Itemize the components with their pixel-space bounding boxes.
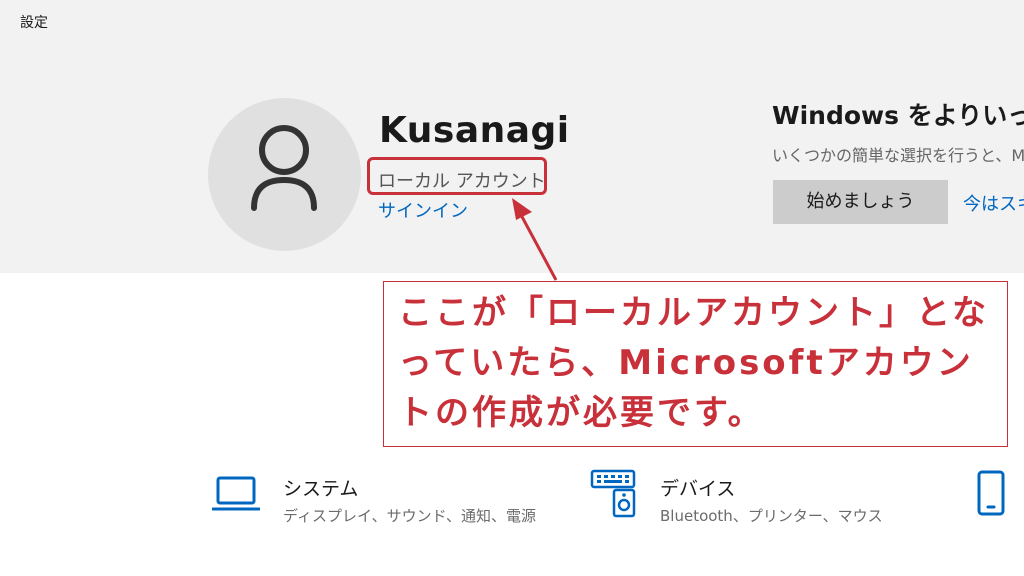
get-started-button[interactable]: 始めましょう <box>773 180 948 224</box>
phone-icon <box>977 470 1005 516</box>
account-type-highlight <box>367 157 547 195</box>
setting-title: システム <box>283 478 359 500</box>
signin-link[interactable]: サインイン <box>378 197 468 223</box>
avatar[interactable] <box>208 98 361 251</box>
setting-description: Bluetooth、プリンター、マウス <box>660 507 883 525</box>
window-title: 設定 <box>20 15 48 31</box>
annotation-text: ここが「ローカルアカウント」となっていたら、Microsoftアカウントの作成が… <box>398 293 989 433</box>
person-icon <box>251 125 317 211</box>
keyboard-speaker-icon <box>590 469 636 518</box>
skip-link[interactable]: 今はスキ <box>963 190 1024 216</box>
promo-title: Windows をよりいっそ <box>772 101 1024 130</box>
promo-description: いくつかの簡単な選択を行うと、M <box>772 146 1024 165</box>
annotation-callout: ここが「ローカルアカウント」となっていたら、Microsoftアカウントの作成が… <box>383 281 1008 447</box>
laptop-icon <box>212 476 260 511</box>
setting-description: ディスプレイ、サウンド、通知、電源 <box>283 507 537 525</box>
setting-title: デバイス <box>660 478 736 500</box>
user-name: Kusanagi <box>379 110 570 151</box>
